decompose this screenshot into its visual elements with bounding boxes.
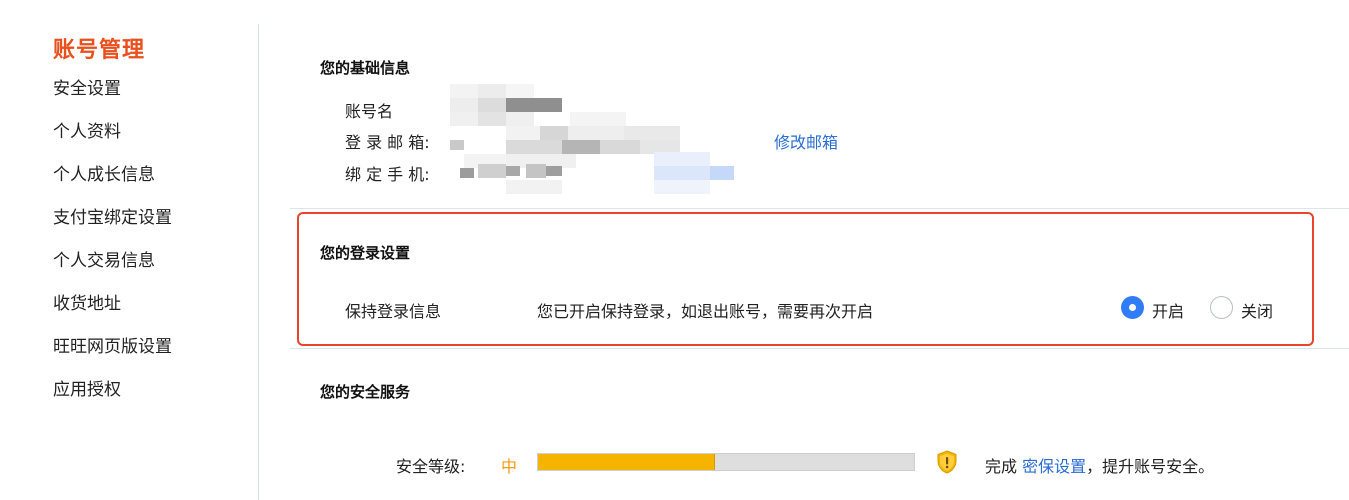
security-level-label: 安全等级: [396,457,466,476]
sidebar-item-growth-info[interactable]: 个人成长信息 [53,162,172,205]
keep-login-off-label[interactable]: 关闭 [1241,298,1273,322]
change-email-link[interactable]: 修改邮箱 [774,129,838,153]
keep-login-on-radio[interactable] [1121,296,1144,319]
phone-label: 绑 定 手 机: [345,165,430,184]
sidebar-item-security-settings[interactable]: 安全设置 [53,76,172,119]
login-settings-title: 您的登录设置 [320,244,411,262]
sidebar-item-alipay-binding[interactable]: 支付宝绑定设置 [53,205,172,248]
sidebar-item-profile[interactable]: 个人资料 [53,119,172,162]
section-divider [290,348,1349,349]
login-settings-highlight [297,212,1314,346]
sidebar-title[interactable]: 账号管理 [53,32,145,64]
email-label: 登 录 邮 箱: [345,133,430,152]
sidebar-divider [258,24,259,500]
keep-login-description: 您已开启保持登录，如退出账号，需要再次开启 [537,302,874,321]
keep-login-off-radio[interactable] [1210,296,1233,319]
security-service-title: 您的安全服务 [320,383,411,401]
security-level-value: 中 [501,457,518,476]
sidebar-item-wangwang-web[interactable]: 旺旺网页版设置 [53,334,172,377]
shield-warning-icon [937,450,957,474]
basic-info-title: 您的基础信息 [320,59,411,77]
sidebar-item-app-authorization[interactable]: 应用授权 [53,377,172,420]
account-name-label: 账号名 [345,102,394,121]
security-tip-suffix: ，提升账号安全。 [1086,457,1215,476]
security-tip: 完成 密保设置，提升账号安全。 [985,453,1214,477]
keep-login-label: 保持登录信息 [345,302,442,321]
sidebar-item-shipping-address[interactable]: 收货地址 [53,291,172,334]
security-level-bar [537,453,915,471]
sidebar: 账号管理 安全设置 个人资料 个人成长信息 支付宝绑定设置 个人交易信息 收货地… [0,0,258,500]
sidebar-menu: 安全设置 个人资料 个人成长信息 支付宝绑定设置 个人交易信息 收货地址 旺旺网… [53,76,172,420]
section-divider [290,208,1349,209]
redacted-account-info [450,84,740,196]
security-tip-prefix: 完成 [985,457,1018,476]
keep-login-on-label[interactable]: 开启 [1152,298,1184,322]
sidebar-item-trade-info[interactable]: 个人交易信息 [53,248,172,291]
security-level-bar-fill [538,454,715,470]
security-question-settings-link[interactable]: 密保设置 [1022,457,1086,476]
